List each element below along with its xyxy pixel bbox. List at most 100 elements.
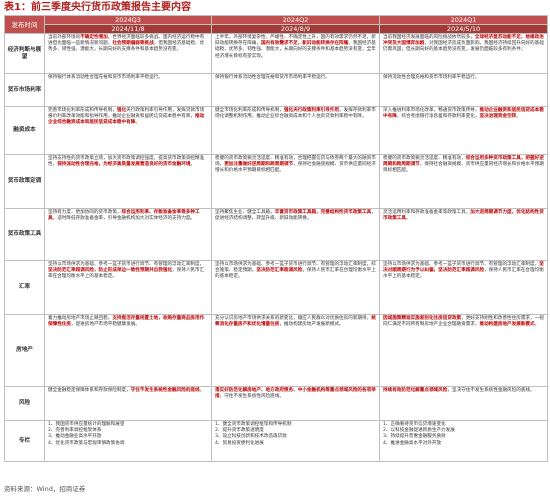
row-label: 货币政策定调: [4, 154, 45, 209]
table-cell: 坚持聚焦主业、健全工具箱，丰富货币政策工具箱，完善结构性货币政策工具，促进经济结…: [211, 208, 380, 261]
table-cell: 因城施策精准实施差别化住房信贷政策，更好支持刚性和改善性住房需求，一视同仁满足不…: [379, 314, 548, 387]
highlighted-text: 持续有效防范化解重点领域风险: [383, 388, 448, 393]
highlighted-text: 国内有效需求不足，新旧动能转换存在阵痛: [260, 41, 349, 47]
table-cell: 坚持支持性的货币政策立场，加大货币政策调控强度，提高货币政策调控精准性，保持流动…: [44, 154, 212, 209]
highlighted-text: 社会预期偏弱等挑战: [112, 41, 154, 47]
column-quarter: 2024Q2: [211, 15, 380, 25]
cell-text: ，推动构建房地产发展新模式。: [279, 322, 344, 328]
cell-text: 3、持续提升普惠金融服务质效: [383, 434, 446, 440]
cell-text: 坚持有力度、更加协同的货币政策，: [48, 210, 122, 215]
cell-text: 健全金融稳定保障体系和存款保险制度，: [48, 388, 131, 393]
cell-text: 4、优化货币政策与宏观审慎政策协调: [48, 440, 125, 446]
table-cell: 1、健全货币政策调控框架和传导机制 2、提升货币政策透明度 3、设立科技创新和技术改…: [211, 420, 380, 462]
table-cell: 充分认识房地产市场供求关系的新变化，顺应人民群众对优质住房的新期待，统筹消化存量…: [211, 314, 380, 387]
table-cell: 保持银行体系流动性合理充裕和货币市场利率平稳运行。: [211, 73, 380, 107]
highlighted-text: 强化央行政策利率引导作用: [283, 108, 340, 113]
cell-text: 坚持以市场供求为基础、参考一篮子货币进行调节、有管理的浮动汇率制度，: [48, 262, 205, 267]
row-label: 货币政策工具: [4, 208, 45, 261]
cell-text: 坚持聚焦主业、健全工具箱，: [215, 210, 275, 215]
cell-text: 。: [405, 216, 411, 222]
table-row: 汇率 坚持以市场供求为基础、参考一篮子货币进行调节、有管理的浮动汇率制度，坚决防范…: [4, 260, 548, 315]
column-quarter: 2024Q1: [379, 15, 548, 25]
table-row: 货币政策定调 坚持支持性的货币政策立场，加大货币政策调控强度，提高货币政策调控精准…: [4, 154, 548, 209]
highlighted-text: 守住不发生系统性金融风险的底线: [130, 388, 200, 393]
table-row: 货币市场利率 保持银行体系流动性合理充裕和货币市场利率平稳运行。 保持银行体系流动性…: [4, 73, 548, 107]
highlighted-text: 更加注重做好逆周期和跨周期调节: [224, 162, 294, 168]
cell-text: 1、正确看待货币信贷增速变化: [383, 422, 446, 427]
cell-text: 4、贸易投资便利化进展: [215, 440, 264, 446]
table-row: 房地产 着力推动房地产市场止跌回稳，支持盘活存量闲置土地，收购存量商品房用作保障性…: [4, 314, 548, 387]
date-header-row: 2024/11/8 2024/8/9 2024/5/10: [5, 24, 548, 34]
highlighted-text: 丰富货币政策工具箱，完善结构性货币政策工具: [274, 210, 372, 215]
cell-text: ，坚决守住不发生系统性金融风险的底线。: [447, 388, 535, 393]
highlighted-text: 坚决防范汇率超调风险: [256, 268, 303, 274]
cell-text: ，综合考虑银行净息差和存款利率变化，: [396, 114, 480, 120]
source-note: 资料来源：Wind，招商证券: [4, 485, 86, 493]
table-body: 经济判断与展望 当前外部环境的不确定性增加，世界经济面临较多挑战。国内经济运行稳中…: [4, 33, 548, 462]
highlighted-text: 坚决治理资金空转: [479, 114, 517, 120]
cell-text: 。: [190, 162, 196, 168]
highlighted-text: 强化: [116, 108, 127, 113]
cell-text: 完善市场化利率形成和传导机制，: [48, 108, 117, 113]
table-cell: 当前外部环境的不确定性增加，世界经济面临较多挑战。国内经济运行稳中有进但也面临一…: [44, 33, 212, 74]
table-cell: 灵活运用利率和存款准备金率等政策工具，加大逆周期调节力度，优化结构性货币政策工具…: [379, 208, 548, 261]
table-cell: 坚持以市场供求为基础、参考一篮子货币进行调节、有管理的浮动汇率制度，坚决防范汇率…: [44, 260, 212, 315]
cell-text: 2、以科技金融促进新质生产力发展: [383, 428, 455, 434]
column-date: 2024/5/10: [379, 24, 548, 34]
cell-text: 。: [534, 322, 540, 328]
row-label: 风险: [4, 386, 45, 421]
row-label: 专栏: [4, 420, 45, 462]
cell-text: 1、我国货币供应量统计的理解和展望: [48, 422, 125, 427]
highlighted-text: 保持流动性合理充裕，为经济高质量发展营造良好的货币金融环境: [57, 162, 191, 168]
cell-text: 保持银行体系流动性合理充裕和货币市场利率平稳运行。: [48, 75, 163, 80]
table-row: 货币政策工具 坚持有力度、更加协同的货币政策，综合运用利率、存款准备金率等多种工具…: [4, 208, 548, 261]
cell-text: 1、健全货币政策调控框架和传导机制: [215, 422, 292, 427]
cell-text: 着力推动房地产市场止跌回稳，: [48, 316, 113, 321]
table-cell: 上半年，外部环境复杂性、严峻性、不确定性上升，国内有效需求仍然不足，新旧动能转换…: [211, 33, 380, 74]
row-label: 经济判断与展望: [4, 33, 45, 74]
row-label: 汇率: [4, 260, 45, 315]
header-corner: 发布时间: [4, 15, 45, 34]
cell-text: 坚持以市场供求为基础、参考一篮子货币进行调节、有管理的浮动汇率制度，: [383, 262, 540, 267]
cell-text: 3、推动金融业高水平开放: [48, 434, 102, 440]
table-cell: 着力推动房地产市场止跌回稳，支持盘活存量闲置土地，收购存量商品房用作保障性住房，…: [44, 314, 212, 387]
cell-text: 。: [135, 120, 140, 126]
cell-text: 保持流动性合理充裕和货币市场利率平稳运行。: [383, 75, 480, 80]
table-cell: 完善市场化利率形成和传导机制，强化央行政策利率引导作用，发挥贷款市场报价利率改革…: [44, 106, 212, 155]
cell-text: 3、设立科技创新和技术改造再贷款: [215, 434, 287, 440]
column-quarter: 2024Q3: [44, 15, 212, 25]
cell-text: 4、推进金融高水平对外开放: [383, 440, 442, 446]
table-cell: 保持银行体系流动性合理充裕和货币市场利率平稳运行。: [44, 73, 212, 107]
highlighted-text: 不确定性增加: [80, 35, 108, 40]
table-cell: 坚持以市场供求为基础、参考一篮子货币进行调节、有管理的浮动汇率制度，坚决对顺周期…: [379, 260, 548, 315]
cell-text: ，守住不发生系统性风险底线。: [219, 394, 284, 400]
table-row: 经济判断与展望 当前外部环境的不确定性增加，世界经济面临较多挑战。国内经济运行稳中…: [4, 33, 548, 74]
cell-text: 深入推进利率市场化改革，畅通货币政策传导，: [383, 108, 480, 113]
quarter-header-row: 发布时间 2024Q3 2024Q2 2024Q1: [4, 15, 548, 34]
table-title: 表1：前三季度央行货币政策报告主要内容: [4, 2, 191, 13]
table-row: 专栏 1、我国货币供应量统计的理解和展望 2、完善利率调控框架体系 3、推动金融业高水…: [4, 420, 548, 462]
cell-text: 。: [199, 388, 205, 393]
highlighted-text: 坚决防范汇率超调风险，防止形成单边一致性预期并自我强化: [48, 268, 173, 274]
cell-text: 2、完善利率调控框架体系: [48, 428, 102, 434]
row-label: 融资成本: [4, 106, 45, 155]
cell-text: ，适时降低存款准备金率，引导金融机构加大对实体经济的支持力度。: [52, 216, 196, 222]
policy-report-table: 发布时间 2024Q3 2024Q2 2024Q1 2024/11/8 2024…: [4, 15, 548, 462]
cell-text: 稳健的货币政策要灵活适度、精准有效，: [383, 156, 466, 161]
table-cell: 1、正确看待货币信贷增速变化 2、以科技金融促进新质生产力发展 3、持续提升普惠金融…: [379, 420, 548, 462]
cell-text: ，促进房地产市场平稳健康发展。: [70, 322, 140, 328]
table-cell: 当前我国经济发展面临的风险挑战依然较多，全球经济复苏动能不足，地缘政治冲突及大国…: [379, 33, 548, 74]
table-cell: 稳健的货币政策要灵活适度、精准有效，合理把握信贷与债券两个最大的融资市场，更加注…: [211, 154, 380, 209]
cell-text: 2、提升货币政策透明度: [215, 428, 264, 434]
column-date: 2024/8/9: [211, 24, 380, 34]
table-cell: 保持流动性合理充裕和货币市场利率平稳运行。: [379, 73, 548, 107]
cell-text: 灵活运用利率和存款准备金率等政策工具，: [383, 210, 471, 215]
table-cell: 健全金融稳定保障体系和存款保险制度，守住不发生系统性金融风险的底线。: [44, 386, 212, 421]
highlighted-text: 推动构建房地产发展新模式: [479, 322, 535, 328]
cell-text: 当前我国经济发展面临的风险挑战依然较多，: [383, 35, 475, 40]
row-label: 货币市场利率: [4, 73, 45, 107]
table-row: 风险 健全金融稳定保障体系和存款保险制度，守住不发生系统性金融风险的底线。 落实好防…: [4, 386, 548, 421]
highlighted-text: 因城施策精准实施差别化住房信贷政策: [383, 316, 462, 321]
table-cell: 健全市场化利率形成和传导机制，强化央行政策利率引导作用，发挥存款利率市场化调整机…: [211, 106, 380, 155]
table-cell: 深入推进利率市场化改革，畅通货币政策传导，推动企业融资和居民信贷成本稳中有降，综…: [379, 106, 548, 155]
